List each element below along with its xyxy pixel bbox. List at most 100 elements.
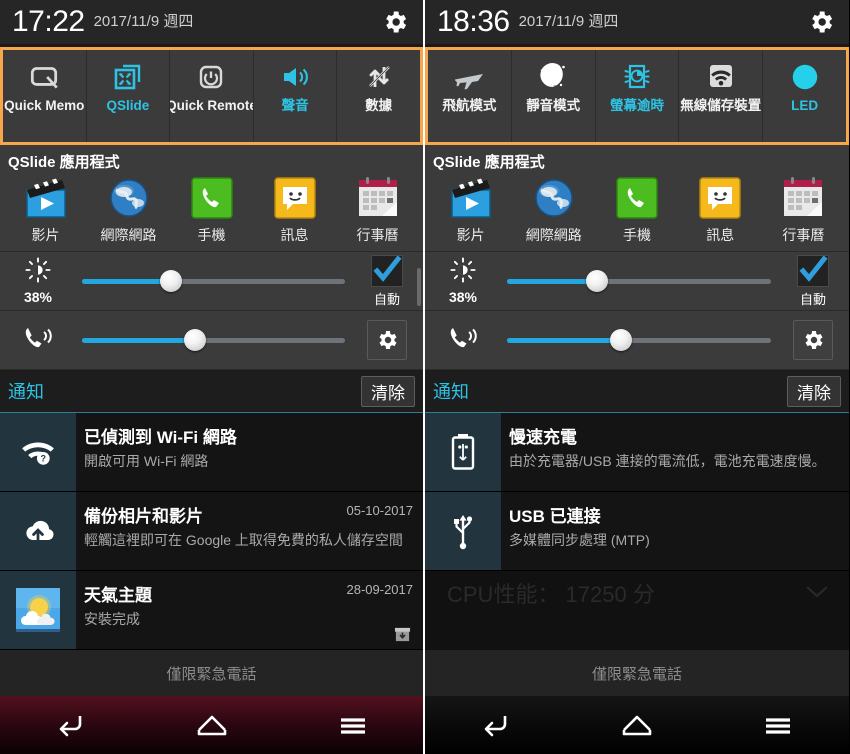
brightness-indicator: 38% [433, 257, 493, 305]
sound-settings-control[interactable] [359, 320, 415, 360]
toggle-led[interactable]: LED [763, 50, 846, 142]
ringer-indicator [433, 323, 493, 358]
qslide-app-label: 影片 [456, 227, 485, 243]
slider-fill [82, 279, 172, 284]
checkmark-icon[interactable] [797, 254, 829, 287]
notifications-title: 通知 [8, 382, 44, 402]
toggle-label: Quick Remote [170, 98, 254, 113]
status-date: 2017/11/9 週四 [93, 13, 194, 30]
notification-item[interactable]: 備份相片和影片 輕觸這裡即可在 Google 上取得免費的私人儲存空間 05-1… [0, 492, 423, 571]
qslide-app-phone[interactable]: 手機 [595, 176, 678, 245]
qslide-app-phone[interactable]: 手機 [170, 176, 253, 245]
notification-item[interactable]: USB 已連接 多媒體同步處理 (MTP) [425, 492, 849, 571]
notification-title: USB 已連接 [509, 507, 601, 526]
status-bar: 18:36 2017/11/9 週四 [425, 0, 849, 44]
gear-icon[interactable] [807, 8, 835, 36]
clear-notifications-button[interactable]: 清除 [787, 375, 841, 407]
gear-icon[interactable] [793, 320, 833, 360]
toggle-mobile-data[interactable]: 數據 [337, 50, 420, 142]
qslide-apps-title: QSlide 應用程式 [433, 154, 545, 171]
auto-brightness-control[interactable]: 自動 [359, 254, 415, 308]
qslide-app-calendar[interactable]: 行事曆 [336, 176, 419, 245]
toggle-label: 聲音 [281, 98, 309, 113]
quick-toggles-section: Quick Memo QSlide Quick Remote 聲音 數據 [0, 44, 423, 145]
notification-date: 05-10-2017 [346, 503, 414, 518]
notification-body: 天氣主題 安裝完成 28-09-2017 [76, 571, 423, 649]
checkmark-icon[interactable] [371, 254, 403, 287]
auto-brightness-control[interactable]: 自動 [785, 254, 841, 308]
download-box-icon[interactable] [394, 626, 411, 643]
toggle-label: Quick Memo [4, 98, 85, 113]
sound-settings-control[interactable] [785, 320, 841, 360]
brightness-slider[interactable] [82, 270, 345, 292]
qslide-app-messaging[interactable]: 訊息 [253, 176, 336, 245]
back-arrow-icon[interactable] [473, 708, 519, 742]
notification-item[interactable]: 天氣主題 安裝完成 28-09-2017 [0, 571, 423, 650]
internet-browser-icon [532, 176, 576, 220]
slider-handle[interactable] [184, 329, 207, 351]
cloud-upload-icon [0, 492, 76, 570]
auto-brightness-label: 自動 [799, 291, 826, 307]
qslide-app-label: 手機 [197, 227, 226, 243]
volume-slider[interactable] [507, 329, 771, 351]
slider-fill [507, 338, 621, 343]
brightness-percent: 38% [23, 289, 53, 305]
home-icon[interactable] [614, 708, 660, 742]
slider-handle[interactable] [160, 270, 183, 292]
panel-scrollbar[interactable] [417, 268, 421, 306]
clear-notifications-button[interactable]: 清除 [361, 375, 415, 407]
notification-item[interactable]: ? 已偵測到 Wi-Fi 網路 開啟可用 Wi-Fi 網路 [0, 413, 423, 492]
brightness-sun-icon [25, 257, 51, 288]
toggle-quick-memo[interactable]: Quick Memo [3, 50, 87, 142]
slider-handle[interactable] [585, 270, 608, 292]
qslide-app-messaging[interactable]: 訊息 [679, 176, 762, 245]
back-arrow-icon[interactable] [48, 708, 94, 742]
qslide-app-video[interactable]: 影片 [429, 176, 512, 245]
toggle-silent-mode[interactable]: 靜音模式 [512, 50, 596, 142]
toggle-qslide[interactable]: QSlide [87, 50, 171, 142]
toggle-wireless-storage[interactable]: 無線儲存裝置 [679, 50, 764, 142]
emergency-calls-only-right: 僅限緊急電話 [425, 650, 849, 696]
notifications-list[interactable]: ? 已偵測到 Wi-Fi 網路 開啟可用 Wi-Fi 網路 備份相片和影片 輕觸… [0, 413, 423, 650]
notification-body: 慢速充電 由於充電器/USB 連接的電流低，電池充電速度慢。 [501, 413, 849, 491]
qslide-app-internet[interactable]: 網際網路 [512, 176, 595, 245]
qslide-app-label: 訊息 [280, 227, 309, 243]
moon-silent-icon [536, 59, 571, 95]
toggle-sound[interactable]: 聲音 [254, 50, 338, 142]
ringer-volume-icon [446, 323, 480, 358]
notifications-list[interactable]: 慢速充電 由於充電器/USB 連接的電流低，電池充電速度慢。 USB 已連接 多… [425, 413, 849, 650]
notification-item[interactable]: 慢速充電 由於充電器/USB 連接的電流低，電池充電速度慢。 [425, 413, 849, 492]
volume-slider[interactable] [82, 329, 345, 351]
screen-timeout-icon [620, 59, 654, 95]
dual-screenshot: 17:22 2017/11/9 週四 Quick Memo QSlide Qui… [0, 0, 850, 754]
qslide-app-internet[interactable]: 網際網路 [87, 176, 170, 245]
notification-body: 備份相片和影片 輕觸這裡即可在 Google 上取得免費的私人儲存空間 05-1… [76, 492, 423, 570]
quick-toggles-row: Quick Memo QSlide Quick Remote 聲音 數據 [0, 47, 423, 145]
toggle-airplane-mode[interactable]: 飛航模式 [428, 50, 512, 142]
qslide-app-video[interactable]: 影片 [4, 176, 87, 245]
notifications-header: 通知 清除 [425, 370, 849, 413]
sound-speaker-icon [279, 59, 311, 95]
notifications-header: 通知 清除 [0, 370, 423, 413]
calendar-app-icon [356, 176, 400, 220]
home-icon[interactable] [189, 708, 235, 742]
gear-icon[interactable] [381, 8, 409, 36]
svg-text:?: ? [41, 454, 47, 464]
qslide-app-label: 行事曆 [356, 227, 399, 243]
menu-icon[interactable] [755, 708, 801, 742]
slider-handle[interactable] [609, 329, 632, 351]
navigation-bar [425, 696, 849, 754]
volume-slider-row [425, 311, 849, 370]
toggle-quick-remote[interactable]: Quick Remote [170, 50, 254, 142]
video-app-icon [449, 176, 493, 220]
wifi-question-icon: ? [0, 413, 76, 491]
toggle-screen-timeout[interactable]: 螢幕逾時 [596, 50, 680, 142]
usb-icon [425, 492, 501, 570]
brightness-slider[interactable] [507, 270, 771, 292]
gear-icon[interactable] [367, 320, 407, 360]
volume-slider-row [0, 311, 423, 370]
qslide-app-calendar[interactable]: 行事曆 [762, 176, 845, 245]
brightness-indicator: 38% [8, 257, 68, 305]
status-date: 2017/11/9 週四 [518, 13, 619, 30]
menu-icon[interactable] [330, 708, 376, 742]
